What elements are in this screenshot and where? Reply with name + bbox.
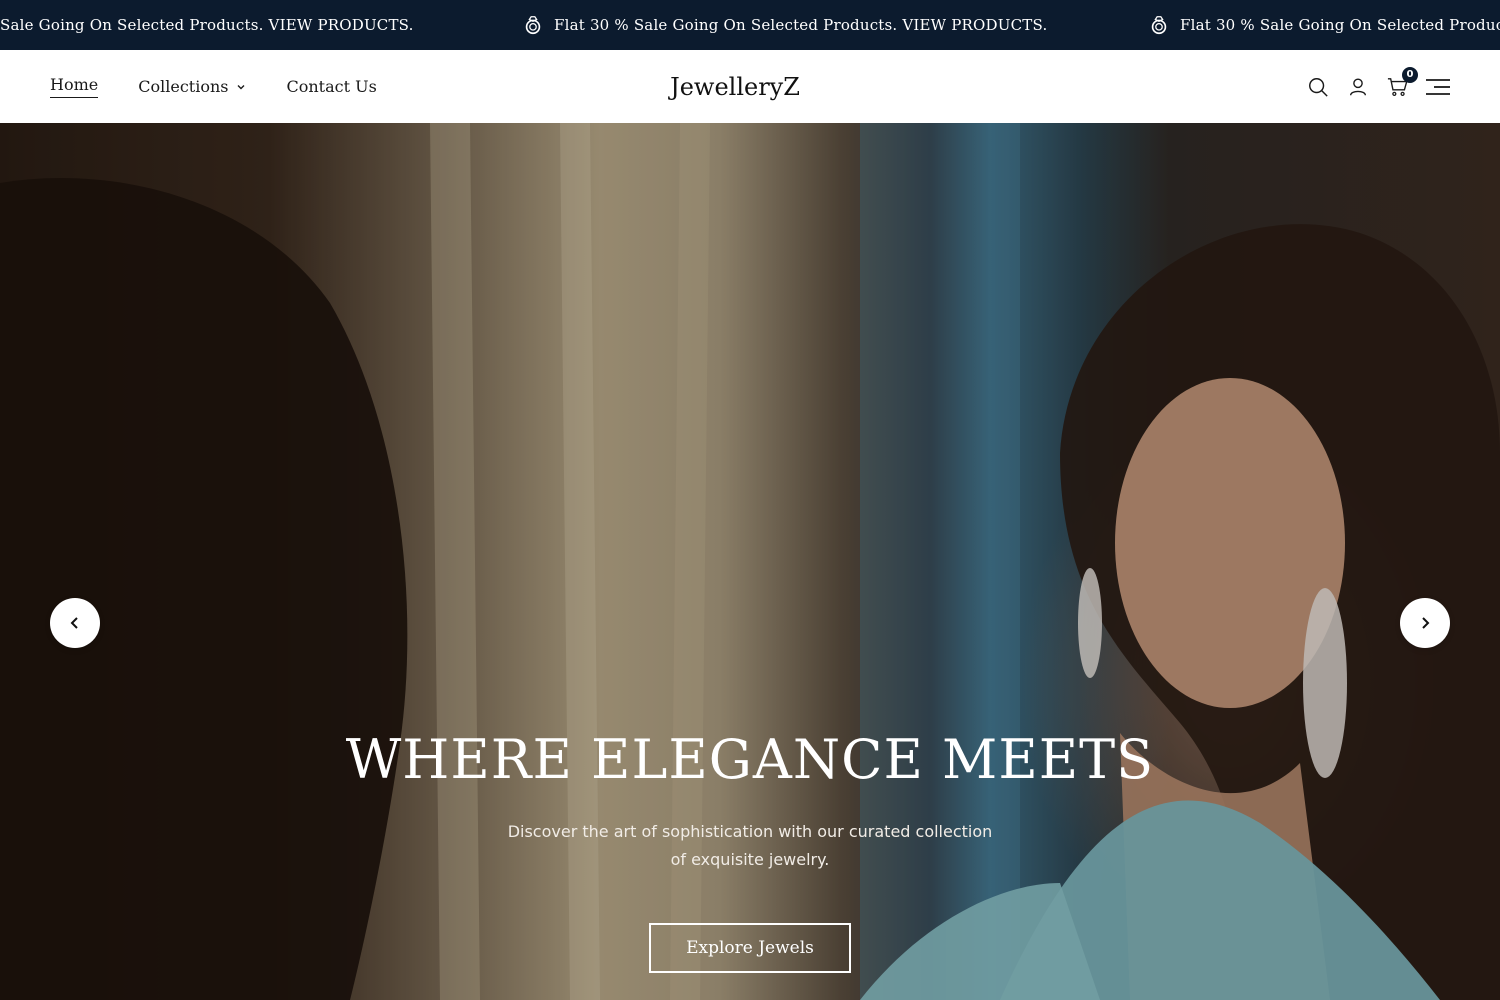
hero-slider: WHERE ELEGANCE MEETS Discover the art of… xyxy=(0,123,1500,1000)
cart-button[interactable]: 0 xyxy=(1386,66,1418,99)
menu-button[interactable] xyxy=(1426,75,1450,99)
slider-next-button[interactable] xyxy=(1400,598,1450,648)
nav-home-label: Home xyxy=(50,75,99,98)
announcement-text: Flat 30 % Sale Going On Selected Product… xyxy=(1180,16,1500,34)
announcement-text: Sale Going On Selected Products. VIEW PR… xyxy=(0,16,414,34)
account-button[interactable] xyxy=(1346,75,1370,99)
site-header: Home Collections Contact Us JewelleryZ 0 xyxy=(0,50,1500,123)
announcement-item[interactable]: Flat 30 % Sale Going On Selected Product… xyxy=(1148,0,1500,50)
ring-icon xyxy=(1151,16,1167,35)
announcement-text: Flat 30 % Sale Going On Selected Product… xyxy=(554,16,1048,34)
announcement-item[interactable]: Flat 30 % Sale Going On Selected Product… xyxy=(522,0,1047,50)
announcement-item[interactable]: Sale Going On Selected Products. VIEW PR… xyxy=(0,0,414,50)
hero-title: WHERE ELEGANCE MEETS xyxy=(345,728,1155,791)
chevron-down-icon xyxy=(237,84,245,89)
main-nav: Home Collections Contact Us xyxy=(50,50,417,123)
nav-home[interactable]: Home xyxy=(50,75,99,98)
nav-collections-label: Collections xyxy=(138,77,229,96)
nav-contact-label: Contact Us xyxy=(286,77,377,96)
search-button[interactable] xyxy=(1306,75,1330,99)
nav-contact[interactable]: Contact Us xyxy=(286,77,376,96)
chevron-right-icon xyxy=(1422,617,1430,629)
site-logo[interactable]: JewelleryZ xyxy=(670,73,800,101)
header-icons: 0 xyxy=(1290,50,1450,123)
search-icon xyxy=(1309,77,1328,97)
slider-prev-button[interactable] xyxy=(50,598,100,648)
announcement-bar: Sale Going On Selected Products. VIEW PR… xyxy=(0,0,1500,50)
explore-jewels-button[interactable]: Explore Jewels xyxy=(649,923,851,973)
nav-collections[interactable]: Collections xyxy=(138,77,246,96)
menu-icon xyxy=(1426,78,1450,95)
account-icon xyxy=(1349,78,1367,95)
cart-count-badge: 0 xyxy=(1402,66,1418,83)
ring-icon xyxy=(525,16,541,35)
hero-subtitle: Discover the art of sophistication with … xyxy=(507,822,993,869)
chevron-left-icon xyxy=(70,617,78,629)
